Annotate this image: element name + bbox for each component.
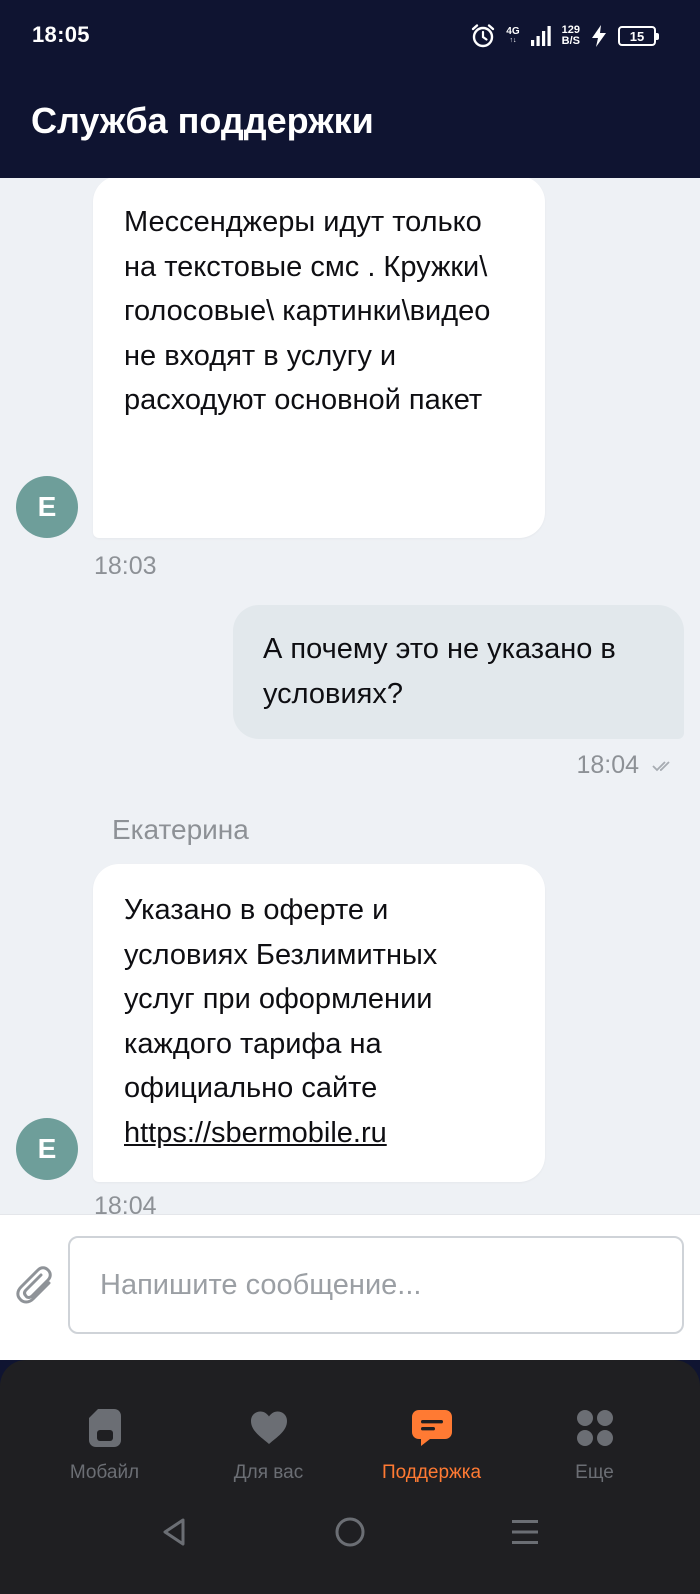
message-text: Указано в оферте и условиях Безлимитных … xyxy=(124,894,438,1105)
top-bar: 18:05 4G ↑↓ 129 B/S 15 Служба поддержки xyxy=(0,0,700,178)
message-time: 18:03 xyxy=(94,552,157,580)
sim-card-icon xyxy=(88,1409,121,1447)
menu-lines-icon xyxy=(512,1520,538,1544)
nav-item-more[interactable]: Еще xyxy=(507,1406,682,1484)
nav-item-for-you[interactable]: Для вас xyxy=(181,1406,356,1484)
chat-bubble-icon xyxy=(411,1410,452,1446)
home-circle-icon xyxy=(335,1517,365,1547)
message-time: 18:04 xyxy=(576,751,640,779)
nav-item-support[interactable]: Поддержка xyxy=(344,1406,519,1484)
message-text: А почему это не указано в условиях? xyxy=(263,633,616,710)
sender-name: Екатерина xyxy=(112,814,249,845)
system-home-button[interactable] xyxy=(330,1512,370,1552)
system-back-button[interactable] xyxy=(154,1512,194,1552)
message-composer xyxy=(0,1214,700,1360)
chat-area[interactable]: Мессенджеры идут только на текстовые смс… xyxy=(0,178,700,1214)
message-input[interactable] xyxy=(68,1236,684,1334)
charging-icon xyxy=(592,25,606,47)
incoming-message: Указано в оферте и условиях Безлимитных … xyxy=(93,864,545,1182)
message-time: 18:04 xyxy=(94,1192,157,1214)
page-title: Служба поддержки xyxy=(31,100,374,141)
battery-indicator: 15 xyxy=(618,26,659,46)
incoming-message: Мессенджеры идут только на текстовые смс… xyxy=(93,178,545,538)
sbermobile-link[interactable]: https://sbermobile.ru xyxy=(124,1117,387,1149)
grid-dots-icon xyxy=(576,1410,613,1446)
bottom-nav: Мобайл Для вас Поддержка Еще xyxy=(0,1360,700,1594)
status-time: 18:05 xyxy=(32,22,90,47)
avatar: Е xyxy=(16,476,78,538)
network-type: 4G ↑↓ xyxy=(506,26,520,45)
read-ticks-icon xyxy=(652,761,670,772)
outgoing-message: А почему это не указано в условиях? xyxy=(233,605,684,739)
message-text: Мессенджеры идут только на текстовые смс… xyxy=(124,206,491,417)
avatar: Е xyxy=(16,1118,78,1180)
alarm-icon xyxy=(472,24,495,48)
paperclip-icon[interactable] xyxy=(16,1265,56,1309)
network-speed: 129 B/S xyxy=(561,24,580,47)
nav-item-mobile[interactable]: Мобайл xyxy=(17,1406,192,1484)
status-icons: 4G ↑↓ 129 B/S 15 xyxy=(470,22,659,50)
bottom-area: Мобайл Для вас Поддержка Еще xyxy=(0,1360,700,1594)
heart-icon xyxy=(250,1411,287,1444)
message-time-row: 18:04 xyxy=(576,751,676,780)
system-recents-button[interactable] xyxy=(505,1512,545,1552)
signal-icon xyxy=(530,26,551,46)
back-triangle-icon xyxy=(163,1518,185,1546)
